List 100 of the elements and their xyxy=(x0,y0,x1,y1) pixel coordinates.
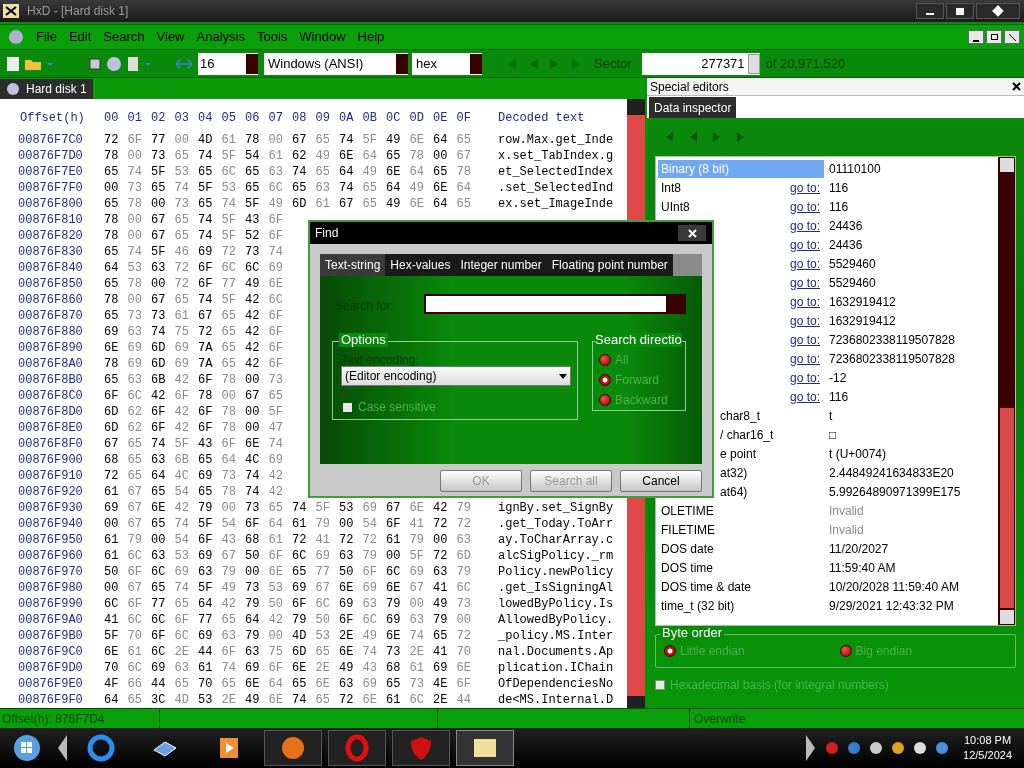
decoded-text[interactable]: ay.ToCharArray.c xyxy=(498,532,614,548)
byte-cell[interactable]: 46 xyxy=(174,244,198,260)
byte-cell[interactable]: 6E xyxy=(339,148,363,164)
byte-cell[interactable]: 61 xyxy=(174,308,198,324)
byte-cell[interactable]: 75 xyxy=(268,644,292,660)
byte-cell[interactable]: 6C xyxy=(409,692,433,708)
go-to-link[interactable]: go to: xyxy=(790,254,821,273)
field-value[interactable]: 24436 xyxy=(824,235,863,254)
field-name[interactable]: DOS time & date xyxy=(658,577,788,596)
byte-cell[interactable]: 65 xyxy=(221,324,245,340)
byte-cell[interactable]: 69 xyxy=(245,660,269,676)
byte-cell[interactable]: 79 xyxy=(433,612,457,628)
byte-cell[interactable]: 65 xyxy=(221,340,245,356)
byte-cell[interactable]: 62 xyxy=(292,148,316,164)
byte-cell[interactable]: 49 xyxy=(315,148,339,164)
byte-cell[interactable]: 69 xyxy=(198,548,222,564)
byte-cell[interactable]: 00 xyxy=(268,132,292,148)
byte-cell[interactable]: 65 xyxy=(221,308,245,324)
field-value[interactable]: -12 xyxy=(824,368,847,387)
decoded-text[interactable]: OfDependenciesNo xyxy=(498,676,614,692)
byte-cell[interactable]: 49 xyxy=(386,132,410,148)
byte-cell[interactable]: 49 xyxy=(362,628,386,644)
byte-cell[interactable]: 00 xyxy=(127,212,151,228)
byte-cell[interactable]: 73 xyxy=(221,468,245,484)
decoded-text[interactable]: Policy.newPolicy xyxy=(498,564,614,580)
byte-cell[interactable]: 50 xyxy=(339,564,363,580)
byte-cell[interactable]: 65 xyxy=(127,452,151,468)
byte-cell[interactable]: 43 xyxy=(221,532,245,548)
byte-cell[interactable]: 63 xyxy=(433,564,457,580)
byte-cell[interactable]: 6C xyxy=(104,596,128,612)
byte-cell[interactable]: 6F xyxy=(151,628,175,644)
byte-cell[interactable]: 78 xyxy=(221,484,245,500)
byte-cell[interactable]: 78 xyxy=(104,228,128,244)
byte-cell[interactable]: 65 xyxy=(174,596,198,612)
byte-cell[interactable]: 65 xyxy=(292,564,316,580)
byte-cell[interactable]: 44 xyxy=(198,644,222,660)
decoded-text[interactable]: .get_Today.ToArr xyxy=(498,516,614,532)
byte-cell[interactable]: 6F xyxy=(151,404,175,420)
byte-cell[interactable]: 64 xyxy=(104,692,128,708)
byte-cell[interactable]: 00 xyxy=(104,180,128,196)
byte-cell[interactable]: 00 xyxy=(127,148,151,164)
byte-cell[interactable]: 78 xyxy=(127,196,151,212)
byte-cell[interactable]: 00 xyxy=(409,596,433,612)
byte-cell[interactable]: 42 xyxy=(268,468,292,484)
byte-cell[interactable]: 6E xyxy=(386,164,410,180)
byte-cell[interactable]: 6C xyxy=(386,564,410,580)
byte-cell[interactable]: 61 xyxy=(104,484,128,500)
byte-cell[interactable]: 63 xyxy=(339,548,363,564)
byte-cell[interactable]: 4F xyxy=(104,676,128,692)
byte-cell[interactable]: 69 xyxy=(174,340,198,356)
scroll-right-icon[interactable] xyxy=(805,733,818,763)
clock-time[interactable]: 10:08 PM xyxy=(964,733,1012,748)
byte-cell[interactable]: 54 xyxy=(245,148,269,164)
field-value[interactable]: 11/20/2027 xyxy=(824,539,889,558)
byte-cell[interactable]: 6E xyxy=(339,580,363,596)
byte-cell[interactable]: 5F xyxy=(151,244,175,260)
byte-cell[interactable]: 63 xyxy=(409,612,433,628)
byte-cell[interactable]: 6F xyxy=(198,276,222,292)
byte-cell[interactable]: 75 xyxy=(174,324,198,340)
byte-cell[interactable]: 42 xyxy=(221,596,245,612)
byte-cell[interactable]: 6E xyxy=(433,180,457,196)
byte-cell[interactable]: 79 xyxy=(245,628,269,644)
byte-cell[interactable]: 69 xyxy=(362,676,386,692)
byte-cell[interactable]: 74 xyxy=(292,164,316,180)
search-field[interactable] xyxy=(424,294,686,314)
byte-cell[interactable]: 42 xyxy=(268,612,292,628)
byte-cell[interactable]: 78 xyxy=(104,292,128,308)
byte-cell[interactable]: 77 xyxy=(198,612,222,628)
byte-cell[interactable]: 49 xyxy=(221,580,245,596)
field-value[interactable]: 116 xyxy=(824,387,849,406)
menu-item[interactable]: File xyxy=(30,27,63,47)
byte-cell[interactable]: 73 xyxy=(127,180,151,196)
byte-cell[interactable]: 65 xyxy=(198,196,222,212)
byte-cell[interactable]: 74 xyxy=(339,180,363,196)
byte-cell[interactable]: 61 xyxy=(386,692,410,708)
byte-cell[interactable]: 2E xyxy=(339,628,363,644)
byte-cell[interactable]: 65 xyxy=(127,468,151,484)
byte-cell[interactable]: 65 xyxy=(456,132,480,148)
field-value[interactable]: Invalid xyxy=(824,501,864,520)
byte-cell[interactable]: 00 xyxy=(151,276,175,292)
byte-cell[interactable]: 64 xyxy=(151,468,175,484)
byte-cell[interactable]: 49 xyxy=(386,196,410,212)
byte-cell[interactable]: 42 xyxy=(433,500,457,516)
clock-date[interactable]: 12/5/2024 xyxy=(963,748,1012,763)
byte-cell[interactable]: 5F xyxy=(104,628,128,644)
byte-cell[interactable]: 67 xyxy=(127,500,151,516)
byte-cell[interactable]: 42 xyxy=(245,308,269,324)
byte-cell[interactable]: 65 xyxy=(268,388,292,404)
byte-cell[interactable]: 73 xyxy=(245,580,269,596)
byte-cell[interactable]: 73 xyxy=(151,148,175,164)
byte-cell[interactable]: 42 xyxy=(174,420,198,436)
dialog-tab[interactable]: Integer number xyxy=(455,254,547,276)
field-value[interactable]: 1632919412 xyxy=(824,292,896,311)
byte-cell[interactable]: 67 xyxy=(221,548,245,564)
byte-cell[interactable]: 6C xyxy=(362,612,386,628)
byte-cell[interactable]: 73 xyxy=(174,196,198,212)
byte-cell[interactable]: 70 xyxy=(198,676,222,692)
field-value[interactable]: 24436 xyxy=(824,216,863,235)
byte-cell[interactable]: 65 xyxy=(198,452,222,468)
byte-cell[interactable]: 67 xyxy=(127,516,151,532)
